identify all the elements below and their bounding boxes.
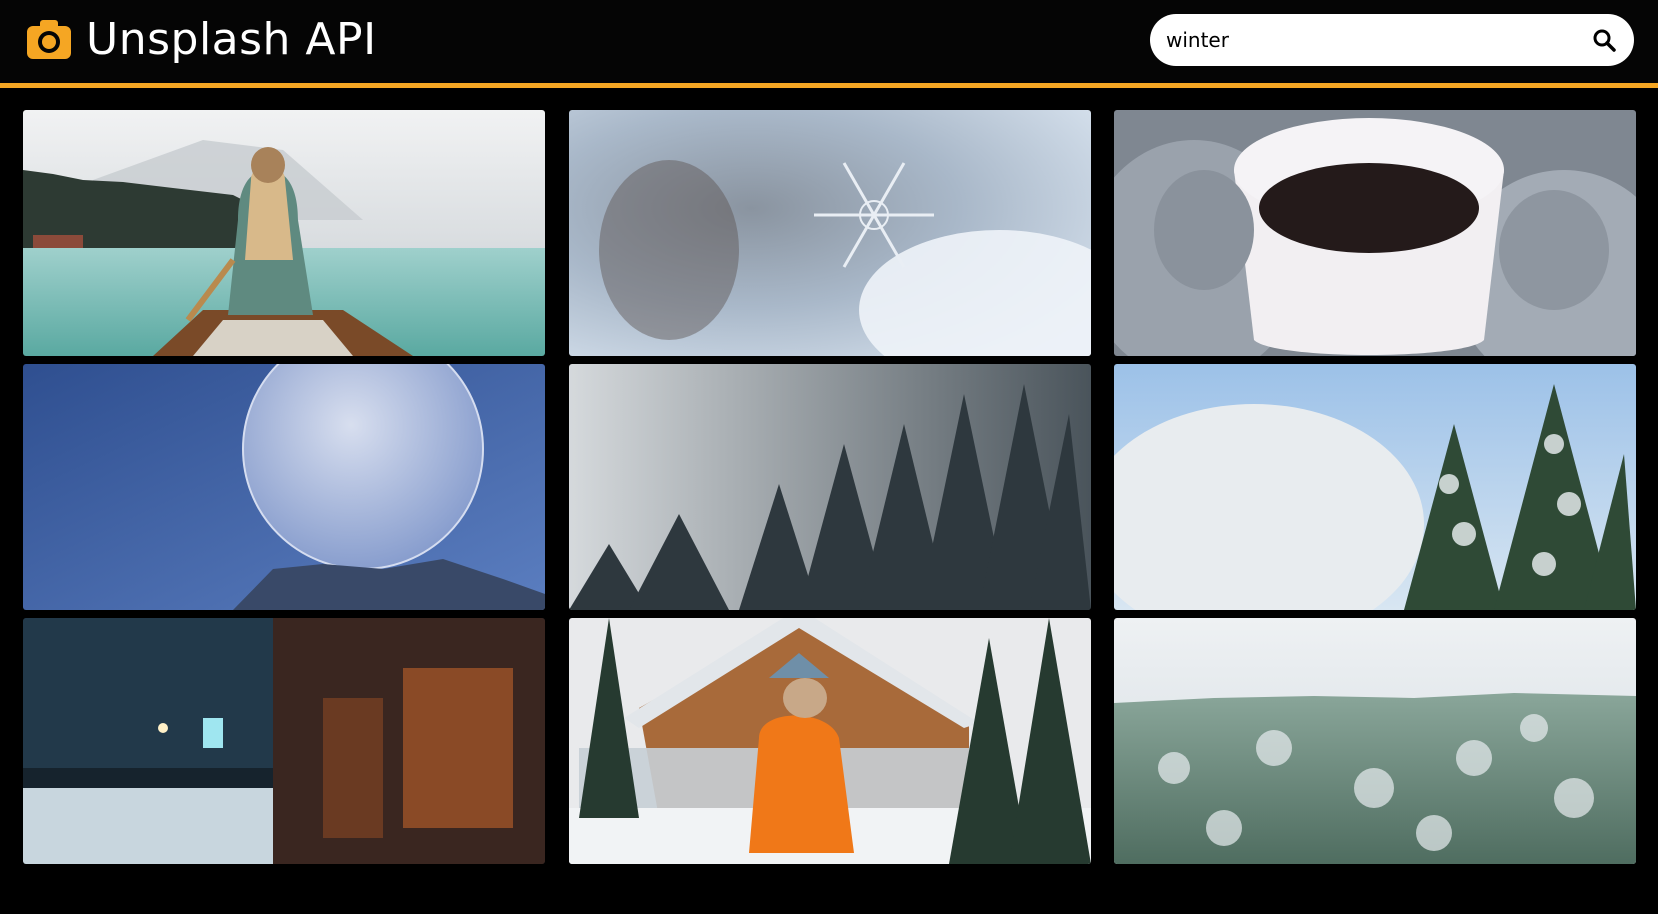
search-icon — [1593, 29, 1616, 52]
camera-icon — [27, 20, 71, 59]
photo-snowy-street-night[interactable] — [23, 618, 545, 864]
photo-foggy-forest[interactable] — [569, 364, 1091, 610]
photo-frozen-bubble[interactable] — [23, 364, 545, 610]
app-title: Unsplash API — [86, 14, 377, 65]
search-button[interactable] — [1586, 22, 1622, 58]
photo-lake-canoe[interactable] — [23, 110, 545, 356]
search-input[interactable] — [1164, 27, 1586, 53]
results-grid — [0, 88, 1658, 914]
photo-frosty-forest[interactable] — [1114, 618, 1636, 864]
brand[interactable]: Unsplash API — [26, 10, 377, 70]
photo-cabin-orange-jacket[interactable] — [569, 618, 1091, 864]
photo-coffee-mittens[interactable] — [1114, 110, 1636, 356]
photo-snowy-trees[interactable] — [1114, 364, 1636, 610]
search-bar — [1150, 14, 1634, 66]
app-header: Unsplash API — [0, 0, 1658, 88]
photo-snowflake[interactable] — [569, 110, 1091, 356]
